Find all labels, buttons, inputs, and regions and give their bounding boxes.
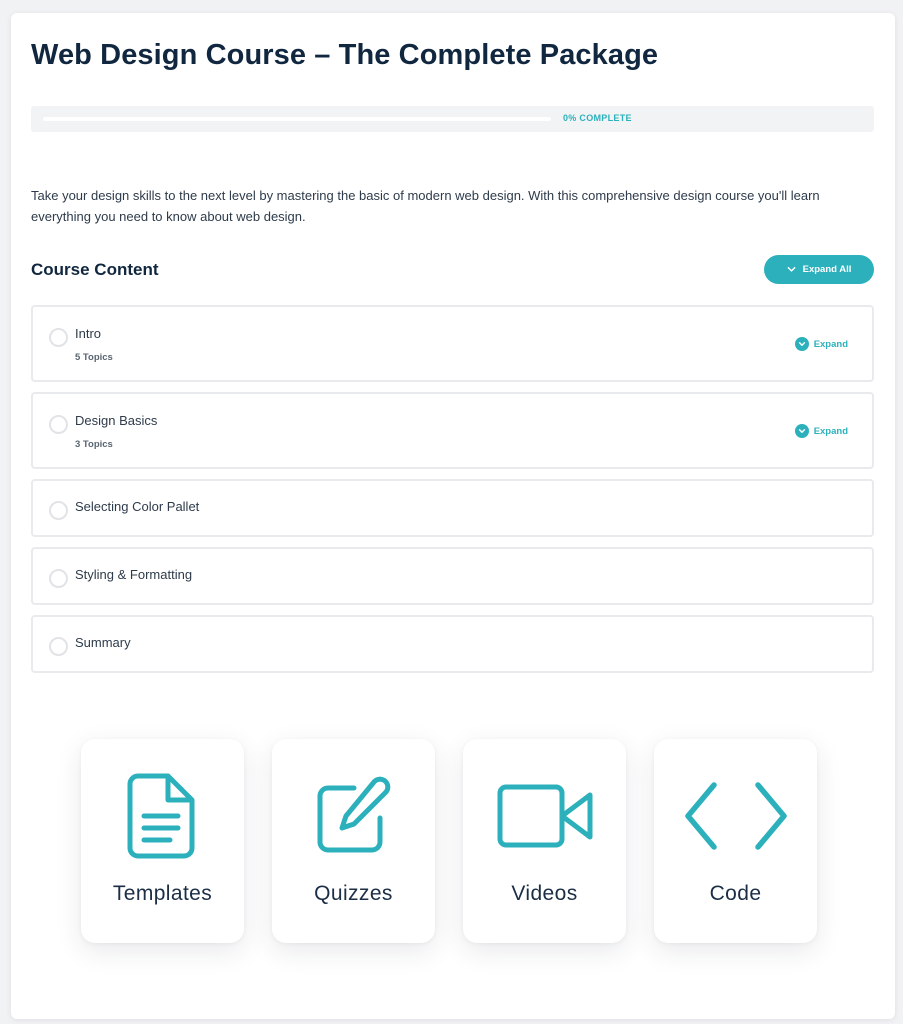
- course-content-heading: Course Content: [31, 260, 159, 279]
- expand-button[interactable]: Expand: [794, 337, 848, 351]
- feature-card-code[interactable]: Code: [654, 739, 817, 943]
- chevron-down-icon: [787, 266, 795, 272]
- lesson-item-selecting-color-pallet[interactable]: Selecting Color Pallet: [31, 479, 874, 537]
- expand-all-button[interactable]: Expand All: [764, 255, 874, 284]
- progress-text: 0% COMPLETE: [563, 113, 632, 123]
- progress-bar: 0% COMPLETE: [31, 106, 874, 132]
- lesson-item-summary[interactable]: Summary: [31, 615, 874, 673]
- edit-icon: [272, 771, 435, 861]
- feature-card-quizzes[interactable]: Quizzes: [272, 739, 435, 943]
- lesson-status-radio[interactable]: [49, 328, 68, 347]
- lesson-item-intro[interactable]: Intro 5 Topics Expand: [31, 305, 874, 382]
- lesson-status-radio[interactable]: [49, 637, 68, 656]
- progress-track: [43, 117, 551, 121]
- lesson-item-design-basics[interactable]: Design Basics 3 Topics Expand: [31, 392, 874, 469]
- video-camera-icon: [463, 771, 626, 861]
- feature-label: Videos: [511, 882, 578, 905]
- lesson-topic-count: 5 Topics: [75, 352, 113, 363]
- lesson-name[interactable]: Intro: [75, 326, 101, 341]
- document-icon: [81, 771, 244, 861]
- lesson-name[interactable]: Styling & Formatting: [75, 567, 192, 582]
- lesson-name[interactable]: Selecting Color Pallet: [75, 499, 199, 514]
- lesson-name[interactable]: Summary: [75, 635, 131, 650]
- expand-button[interactable]: Expand: [794, 424, 848, 438]
- expand-all-label: Expand All: [802, 264, 852, 275]
- code-icon: [654, 771, 817, 861]
- lesson-status-radio[interactable]: [49, 569, 68, 588]
- lesson-name[interactable]: Design Basics: [75, 413, 157, 428]
- course-card: Web Design Course – The Complete Package…: [11, 13, 895, 1019]
- chevron-down-circle-icon: [794, 337, 809, 351]
- feature-card-templates[interactable]: Templates: [81, 739, 244, 943]
- lesson-status-radio[interactable]: [49, 415, 68, 434]
- feature-label: Templates: [112, 882, 213, 905]
- chevron-down-circle-icon: [794, 424, 809, 438]
- lesson-status-radio[interactable]: [49, 501, 68, 520]
- lesson-topic-count: 3 Topics: [75, 439, 113, 450]
- course-title: Web Design Course – The Complete Package: [31, 39, 659, 71]
- feature-label: Code: [709, 882, 762, 905]
- feature-label: Quizzes: [314, 882, 393, 905]
- course-description: Take your design skills to the next leve…: [31, 188, 820, 224]
- expand-label: Expand: [813, 338, 848, 350]
- expand-label: Expand: [813, 425, 848, 437]
- feature-card-videos[interactable]: Videos: [463, 739, 626, 943]
- lesson-item-styling-formatting[interactable]: Styling & Formatting: [31, 547, 874, 605]
